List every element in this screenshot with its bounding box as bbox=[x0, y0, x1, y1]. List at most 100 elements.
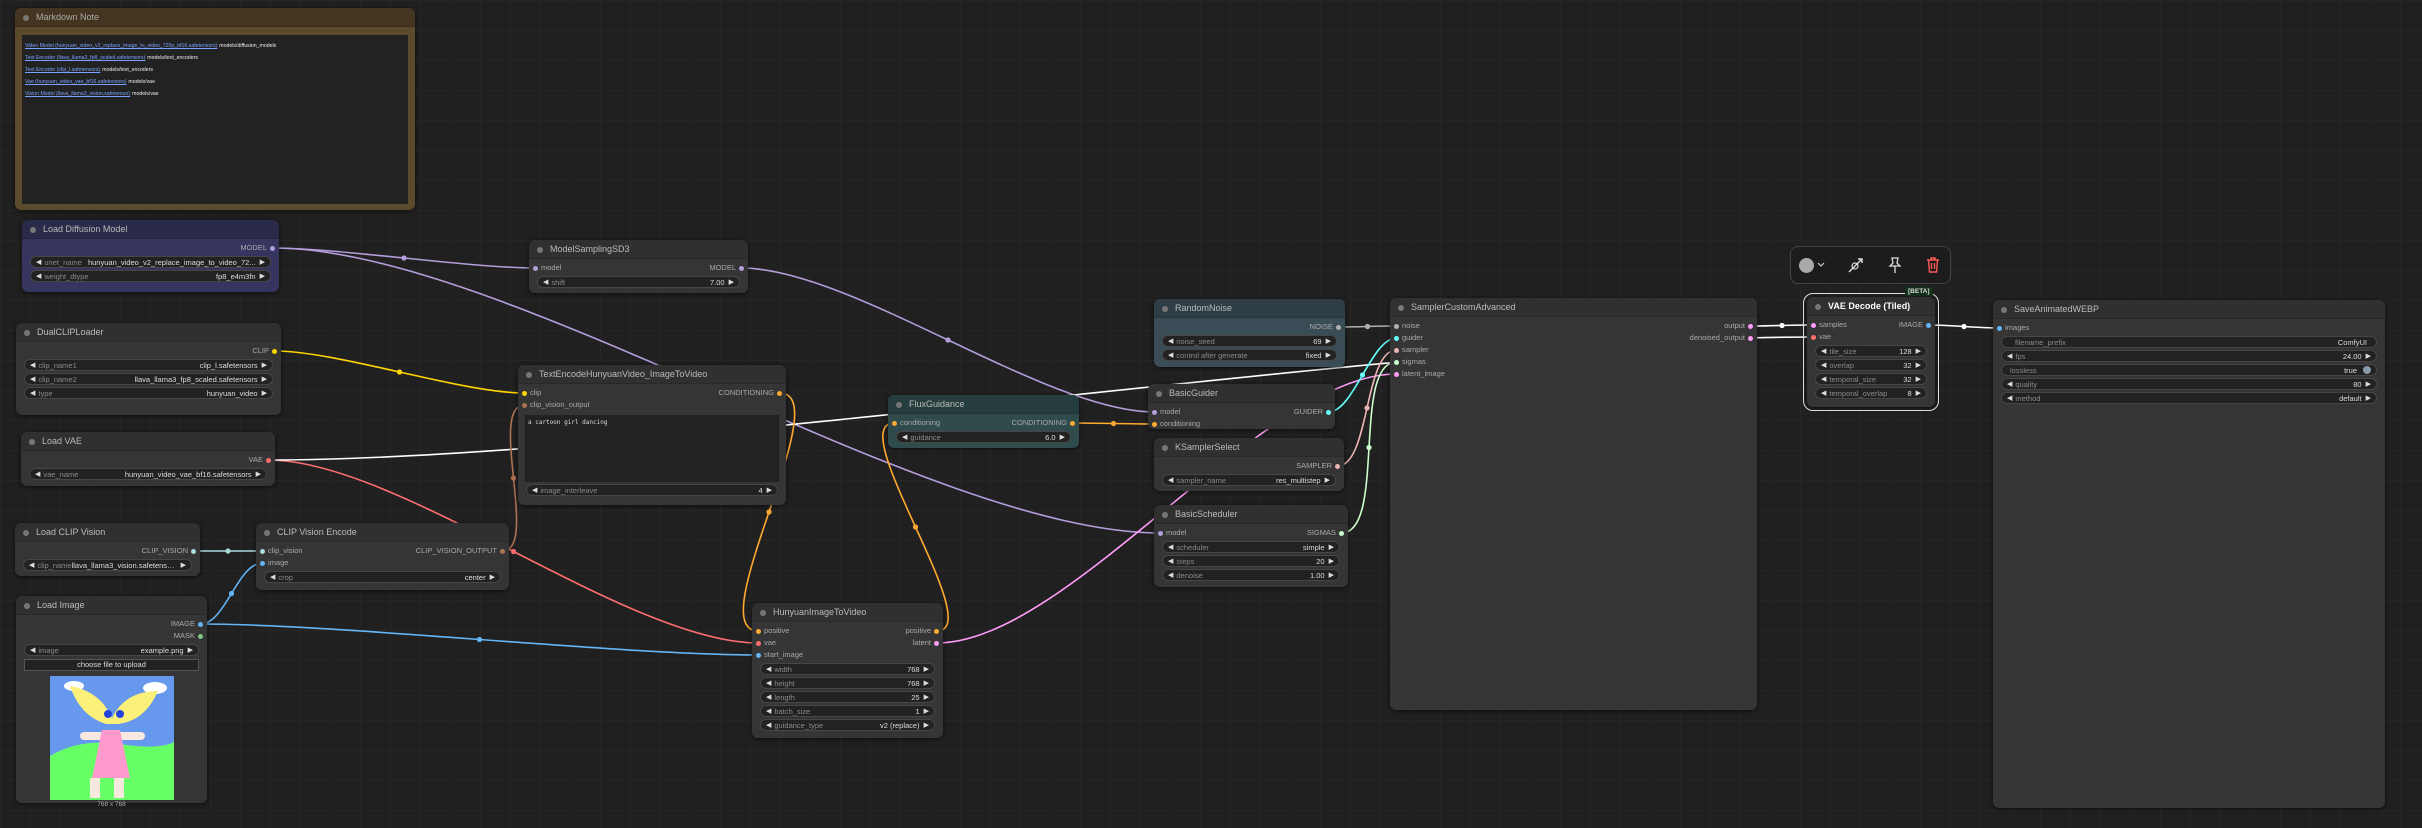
link-midpoint-handle[interactable] bbox=[510, 475, 517, 481]
output-slot-MODEL[interactable]: MODEL bbox=[709, 262, 744, 274]
decrement-arrow-icon[interactable]: ◀ bbox=[29, 561, 34, 569]
random-noise-node[interactable]: RandomNoise NOISE ◀ noise_seed 69 ▶ ◀ control a… bbox=[1154, 299, 1345, 367]
widget-denoise[interactable]: ◀ denoise 1.00 ▶ bbox=[1162, 569, 1340, 581]
widget-batch-size[interactable]: ◀ batch_size 1 ▶ bbox=[760, 705, 935, 717]
output-slot-denoised_output[interactable]: denoised_output bbox=[1690, 332, 1753, 344]
node-title-bar[interactable]: KSamplerSelect bbox=[1154, 438, 1344, 457]
output-dot-icon[interactable] bbox=[191, 548, 196, 554]
widget-vae-name[interactable]: ◀ vae_name hunyuan_video_vae_bf16.safetens… bbox=[29, 468, 267, 480]
sampler-custom-advanced-node[interactable]: SamplerCustomAdvanced noise output guider de… bbox=[1390, 298, 1757, 710]
upload-button[interactable]: choose file to upload bbox=[24, 659, 199, 671]
decrement-arrow-icon[interactable]: ◀ bbox=[36, 258, 41, 266]
collapse-dot-icon[interactable] bbox=[23, 14, 29, 21]
save-animated-webp-node[interactable]: SaveAnimatedWEBP images filename_prefix Com… bbox=[1993, 300, 2385, 808]
input-dot-icon[interactable] bbox=[522, 390, 527, 396]
decrement-arrow-icon[interactable]: ◀ bbox=[766, 679, 771, 687]
output-slot-IMAGE[interactable]: IMAGE bbox=[171, 618, 203, 630]
output-slot-MASK[interactable]: MASK bbox=[174, 630, 203, 642]
output-slot-latent[interactable]: latent bbox=[913, 637, 939, 649]
decrement-arrow-icon[interactable]: ◀ bbox=[36, 272, 41, 280]
output-slot-CONDITIONING[interactable]: CONDITIONING bbox=[719, 387, 782, 399]
increment-arrow-icon[interactable]: ▶ bbox=[181, 561, 186, 569]
collapse-dot-icon[interactable] bbox=[1398, 304, 1404, 311]
markdown-note-node[interactable]: Markdown Note Video Model (hunyuan_video… bbox=[15, 8, 415, 210]
increment-arrow-icon[interactable]: ▶ bbox=[924, 665, 929, 673]
decrement-arrow-icon[interactable]: ◀ bbox=[1168, 557, 1173, 565]
link-midpoint-handle[interactable] bbox=[945, 337, 951, 343]
widget-clip-name1[interactable]: ◀ clip_name1 clip_l.safetensors ▶ bbox=[24, 359, 273, 371]
widget-unet-name[interactable]: ◀ unet_name hunyuan_video_v2_replace_image… bbox=[30, 256, 271, 268]
decrement-arrow-icon[interactable]: ◀ bbox=[766, 665, 771, 673]
link-model[interactable] bbox=[741, 267, 1155, 413]
collapse-dot-icon[interactable] bbox=[760, 609, 766, 616]
input-slot-positive[interactable]: positive bbox=[756, 625, 789, 637]
decrement-arrow-icon[interactable]: ◀ bbox=[2007, 352, 2012, 360]
input-dot-icon[interactable] bbox=[1394, 323, 1399, 329]
decrement-arrow-icon[interactable]: ◀ bbox=[766, 693, 771, 701]
model-download-link[interactable]: Text Encoder (llava_llama3_fp8_scaled.sa… bbox=[25, 55, 145, 61]
color-picker-button[interactable] bbox=[1799, 257, 1825, 273]
output-dot-icon[interactable] bbox=[266, 457, 271, 463]
increment-arrow-icon[interactable]: ▶ bbox=[924, 721, 929, 729]
input-dot-icon[interactable] bbox=[1997, 325, 2002, 331]
input-slot-image[interactable]: image bbox=[260, 557, 288, 569]
increment-arrow-icon[interactable]: ▶ bbox=[262, 375, 267, 383]
node-title-bar[interactable]: Load CLIP Vision bbox=[15, 523, 200, 542]
input-slot-guider[interactable]: guider bbox=[1394, 332, 1423, 344]
link-noise[interactable] bbox=[1338, 325, 1397, 328]
widget-quality[interactable]: ◀ quality 80 ▶ bbox=[2001, 378, 2377, 390]
increment-arrow-icon[interactable]: ▶ bbox=[924, 693, 929, 701]
link-sampler[interactable] bbox=[1337, 349, 1397, 467]
model-download-link[interactable]: Vision Model (llava_llama3_vision.safete… bbox=[25, 91, 130, 97]
node-title-bar[interactable]: TextEncodeHunyuanVideo_ImageToVideo bbox=[518, 365, 786, 384]
widget-weight-dtype[interactable]: ◀ weight_dtype fp8_e4m3fn ▶ bbox=[30, 270, 271, 282]
widget-overlap[interactable]: ◀ overlap 32 ▶ bbox=[1815, 359, 1927, 371]
decrement-arrow-icon[interactable]: ◀ bbox=[2007, 394, 2012, 402]
node-title-bar[interactable]: FluxGuidance bbox=[888, 395, 1079, 414]
input-slot-model[interactable]: model bbox=[533, 262, 561, 274]
increment-arrow-icon[interactable]: ▶ bbox=[1329, 543, 1334, 551]
decrement-arrow-icon[interactable]: ◀ bbox=[1821, 375, 1826, 383]
widget-guidance[interactable]: ◀ guidance 6.0 ▶ bbox=[896, 431, 1071, 443]
increment-arrow-icon[interactable]: ▶ bbox=[1326, 351, 1331, 359]
node-title-bar[interactable]: VAE Decode (Tiled) bbox=[1807, 297, 1935, 316]
decrement-arrow-icon[interactable]: ◀ bbox=[270, 573, 275, 581]
increment-arrow-icon[interactable]: ▶ bbox=[260, 272, 265, 280]
input-slot-start_image[interactable]: start_image bbox=[756, 649, 803, 661]
collapse-dot-icon[interactable] bbox=[1815, 303, 1821, 310]
decrement-arrow-icon[interactable]: ◀ bbox=[902, 433, 907, 441]
node-title-bar[interactable]: Markdown Note bbox=[15, 8, 415, 27]
output-dot-icon[interactable] bbox=[1336, 324, 1341, 330]
output-slot-SIGMAS[interactable]: SIGMAS bbox=[1307, 527, 1344, 539]
input-slot-vae[interactable]: vae bbox=[1811, 331, 1831, 343]
output-slot-positive[interactable]: positive bbox=[906, 625, 939, 637]
input-dot-icon[interactable] bbox=[522, 402, 527, 408]
node-title-bar[interactable]: Load VAE bbox=[21, 432, 275, 451]
output-dot-icon[interactable] bbox=[777, 390, 782, 396]
hunyuan-image-to-video-node[interactable]: HunyuanImageToVideo positive positive vae la… bbox=[752, 603, 943, 738]
increment-arrow-icon[interactable]: ▶ bbox=[924, 707, 929, 715]
increment-arrow-icon[interactable]: ▶ bbox=[1916, 375, 1921, 383]
link-midpoint-handle[interactable] bbox=[766, 509, 772, 515]
node-title-bar[interactable]: HunyuanImageToVideo bbox=[752, 603, 943, 622]
link-midpoint-handle[interactable] bbox=[401, 255, 407, 261]
widget-type[interactable]: ◀ type hunyuan_video ▶ bbox=[24, 387, 273, 399]
widget-image[interactable]: ◀ image example.png ▶ bbox=[24, 644, 199, 656]
input-dot-icon[interactable] bbox=[1811, 334, 1816, 340]
output-slot-SAMPLER[interactable]: SAMPLER bbox=[1296, 460, 1340, 472]
increment-arrow-icon[interactable]: ▶ bbox=[262, 361, 267, 369]
link-midpoint-handle[interactable] bbox=[476, 636, 483, 643]
input-slot-sigmas[interactable]: sigmas bbox=[1394, 356, 1426, 368]
input-dot-icon[interactable] bbox=[1152, 421, 1157, 427]
decrement-arrow-icon[interactable]: ◀ bbox=[1168, 476, 1173, 484]
widget-length[interactable]: ◀ length 25 ▶ bbox=[760, 691, 935, 703]
decrement-arrow-icon[interactable]: ◀ bbox=[766, 707, 771, 715]
node-title-bar[interactable]: BasicScheduler bbox=[1154, 505, 1348, 524]
output-dot-icon[interactable] bbox=[270, 245, 275, 251]
decrement-arrow-icon[interactable]: ◀ bbox=[30, 646, 35, 654]
increment-arrow-icon[interactable]: ▶ bbox=[1916, 347, 1921, 355]
dual-clip-loader-node[interactable]: DualCLIPLoader CLIP ◀ clip_name1 clip_l.safe… bbox=[16, 323, 281, 415]
vae-decode-tiled-node[interactable]: VAE Decode (Tiled) samples IMAGE vae ◀ tile_s… bbox=[1803, 293, 1939, 411]
link-midpoint-handle[interactable] bbox=[1366, 444, 1372, 451]
link-image[interactable] bbox=[200, 562, 263, 625]
